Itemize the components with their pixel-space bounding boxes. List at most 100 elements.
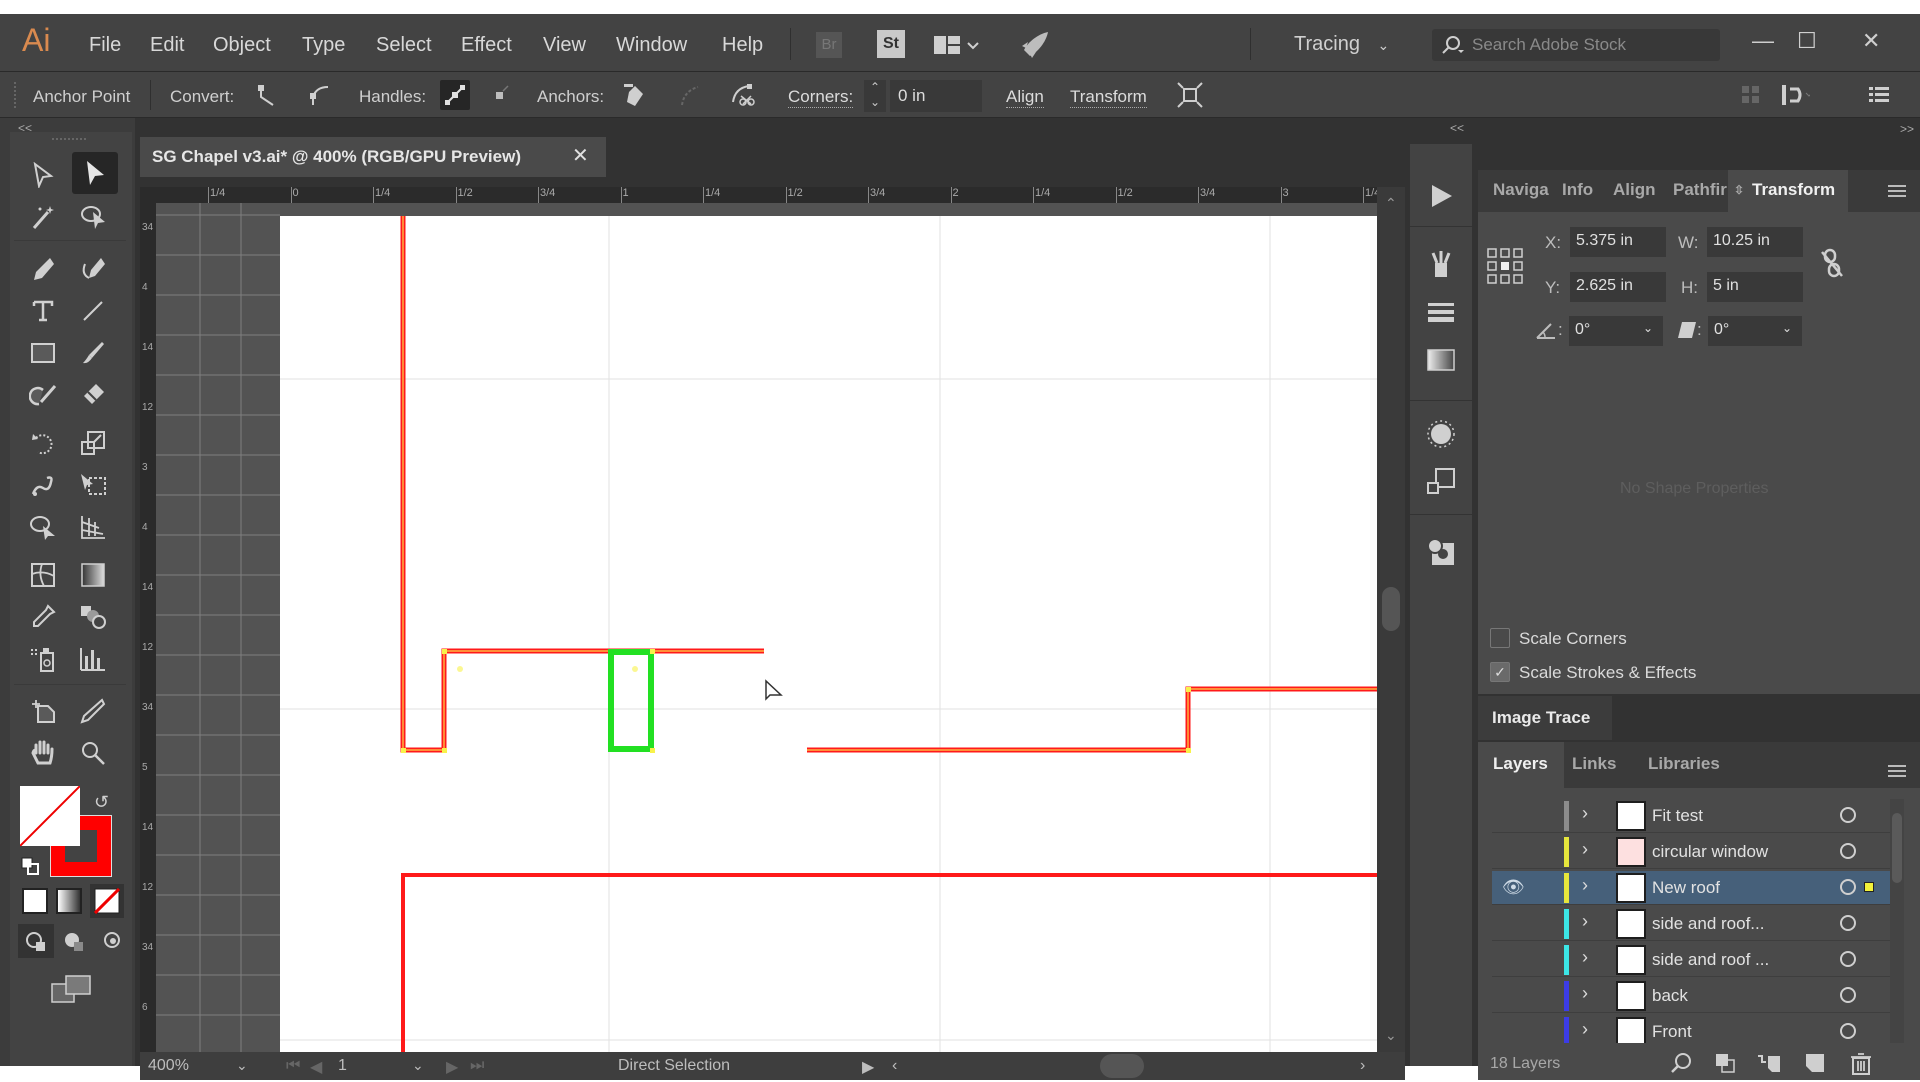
collapse-dock-button[interactable]: << [1450, 121, 1464, 135]
tab-options-toggle-icon[interactable]: ⇳ [1734, 183, 1744, 197]
vertical-ruler[interactable]: 34 4 14 12 3 4 14 12 34 5 14 12 34 6 [140, 203, 156, 1052]
tab-navigator[interactable]: Naviga [1493, 180, 1549, 200]
tab-layers[interactable]: Layers [1493, 754, 1548, 774]
layer-name[interactable]: back [1652, 986, 1688, 1006]
artboard-dropdown-icon[interactable]: ⌄ [412, 1057, 424, 1074]
workspace-switcher[interactable]: Tracing ⌄ [1294, 33, 1389, 56]
layers-scrollbar[interactable] [1890, 799, 1904, 1043]
artboard-tool[interactable] [22, 692, 64, 730]
visibility-eye-icon[interactable]: 👁 [1502, 877, 1525, 898]
remove-anchor-button[interactable] [619, 80, 649, 110]
show-handles-button[interactable] [440, 80, 470, 110]
transform-link[interactable]: Transform [1070, 87, 1147, 108]
gpu-performance-button[interactable] [1018, 30, 1052, 65]
bridge-button[interactable]: Br [816, 32, 842, 58]
zoom-level-field[interactable]: 400% [148, 1057, 189, 1075]
last-artboard-button[interactable]: ⏭ [470, 1057, 484, 1075]
scroll-right-icon[interactable]: › [1360, 1057, 1365, 1075]
scale-corners-checkbox[interactable] [1490, 628, 1510, 648]
maximize-button[interactable]: ☐ [1797, 28, 1817, 54]
column-graph-tool[interactable] [72, 640, 114, 678]
delete-layer-button[interactable] [1850, 1052, 1872, 1082]
layer-row[interactable]: › back [1492, 979, 1890, 1013]
layer-row-selected[interactable]: 👁 › New roof [1492, 871, 1890, 905]
draw-behind-button[interactable] [56, 924, 92, 958]
eraser-tool[interactable] [72, 376, 114, 414]
previous-artboard-button[interactable]: ◀ [310, 1057, 322, 1077]
document-tab[interactable]: SG Chapel v3.ai* @ 400% (RGB/GPU Preview… [140, 137, 606, 177]
layer-name[interactable]: circular window [1652, 842, 1768, 862]
layer-target-circle-icon[interactable] [1840, 951, 1856, 967]
fill-swatch-front[interactable] [19, 785, 81, 847]
selection-indicator[interactable] [1864, 882, 1874, 892]
convert-to-smooth-button[interactable] [303, 80, 333, 110]
height-field[interactable]: 5 in [1707, 272, 1803, 302]
gradient-mode-button[interactable] [56, 888, 82, 914]
layer-name[interactable]: side and roof ... [1652, 950, 1769, 970]
graphic-styles-panel-button[interactable] [1410, 532, 1472, 572]
menu-edit[interactable]: Edit [150, 34, 184, 57]
connect-endpoints-button[interactable] [675, 80, 705, 110]
layer-target-circle-icon[interactable] [1840, 843, 1856, 859]
slice-tool[interactable] [72, 692, 114, 730]
default-fill-stroke-button[interactable] [20, 856, 40, 876]
close-window-button[interactable]: ✕ [1862, 28, 1880, 54]
warp-tool[interactable] [22, 466, 64, 504]
status-menu-button[interactable]: ▶ [862, 1057, 874, 1077]
tab-align[interactable]: Align [1613, 180, 1656, 200]
layers-scroll-thumb[interactable] [1892, 813, 1902, 883]
rectangle-tool[interactable] [22, 334, 64, 372]
layer-target-circle-icon[interactable] [1840, 807, 1856, 823]
layer-name[interactable]: Fit test [1652, 806, 1703, 826]
shear-dropdown-button[interactable]: ⌄ [1772, 316, 1802, 346]
menu-type[interactable]: Type [302, 34, 345, 57]
expand-layer-chevron-icon[interactable]: › [1582, 1019, 1588, 1040]
direct-selection-tool[interactable] [72, 152, 118, 194]
menu-file[interactable]: File [89, 34, 121, 57]
none-mode-button[interactable] [90, 884, 124, 918]
align-to-button[interactable] [1780, 80, 1810, 110]
selection-tool[interactable] [22, 156, 64, 194]
transparency-panel-button[interactable] [1410, 462, 1472, 502]
layer-target-circle-icon[interactable] [1840, 879, 1856, 895]
create-sublayer-button[interactable] [1756, 1052, 1782, 1080]
tab-links[interactable]: Links [1572, 754, 1616, 774]
expand-layer-chevron-icon[interactable]: › [1582, 983, 1588, 1004]
free-transform-tool[interactable] [72, 466, 114, 504]
shaper-tool[interactable] [22, 376, 64, 414]
layer-name[interactable]: Front [1652, 1022, 1692, 1042]
brushes-panel-button[interactable] [1410, 244, 1472, 284]
rotate-angle-field[interactable]: 0° [1569, 316, 1633, 346]
expand-layer-chevron-icon[interactable]: › [1582, 911, 1588, 932]
scale-strokes-checkbox[interactable]: ✓ [1490, 662, 1510, 682]
color-mode-button[interactable] [22, 888, 48, 914]
menu-select[interactable]: Select [376, 34, 432, 57]
scroll-left-icon[interactable]: ‹ [892, 1057, 897, 1075]
menu-effect[interactable]: Effect [461, 34, 512, 57]
corners-input[interactable]: 0 in [890, 80, 982, 112]
layer-name[interactable]: New roof [1652, 878, 1720, 898]
make-clipping-mask-button[interactable] [1714, 1052, 1736, 1080]
rotate-dropdown-button[interactable]: ⌄ [1633, 316, 1663, 346]
layer-row[interactable]: › side and roof ... [1492, 943, 1890, 977]
layer-name[interactable]: side and roof... [1652, 914, 1764, 934]
first-artboard-button[interactable]: ⏮ [286, 1057, 300, 1075]
layer-row[interactable]: › Front [1492, 1015, 1890, 1043]
shear-angle-field[interactable]: 0° [1708, 316, 1772, 346]
expand-panels-button[interactable]: >> [1900, 122, 1914, 136]
layer-target-circle-icon[interactable] [1840, 987, 1856, 1003]
isolate-selected-button[interactable] [1175, 80, 1205, 110]
locate-object-button[interactable] [1670, 1052, 1692, 1080]
gradient-panel-button[interactable] [1410, 340, 1472, 380]
expand-layer-chevron-icon[interactable]: › [1582, 839, 1588, 860]
tab-info[interactable]: Info [1562, 180, 1593, 200]
tab-libraries[interactable]: Libraries [1648, 754, 1720, 774]
tab-pathfinder[interactable]: Pathfir [1673, 180, 1727, 200]
layer-target-circle-icon[interactable] [1840, 1023, 1856, 1039]
paintbrush-tool[interactable] [72, 334, 114, 372]
stroke-panel-button[interactable] [1410, 292, 1472, 332]
gradient-tool[interactable] [72, 556, 114, 594]
width-field[interactable]: 10.25 in [1707, 227, 1803, 257]
grip-handle[interactable] [52, 138, 86, 141]
control-bar-menu-button[interactable] [1864, 80, 1894, 110]
